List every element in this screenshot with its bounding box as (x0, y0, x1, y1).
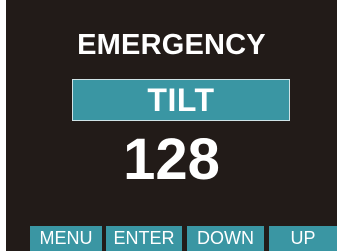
mode-label: TILT (147, 82, 215, 118)
enter-button[interactable]: ENTER (106, 226, 182, 251)
up-button[interactable]: UP (269, 226, 337, 251)
mode-indicator: TILT (72, 79, 290, 121)
value-readout: 128 (123, 127, 220, 192)
down-button[interactable]: DOWN (187, 226, 264, 251)
softkey-bar: MENU ENTER DOWN UP (6, 226, 337, 251)
menu-button[interactable]: MENU (30, 226, 102, 251)
display-screen: EMERGENCY TILT 128 MENU ENTER DOWN UP (6, 0, 337, 251)
screen-title: EMERGENCY (77, 29, 266, 61)
